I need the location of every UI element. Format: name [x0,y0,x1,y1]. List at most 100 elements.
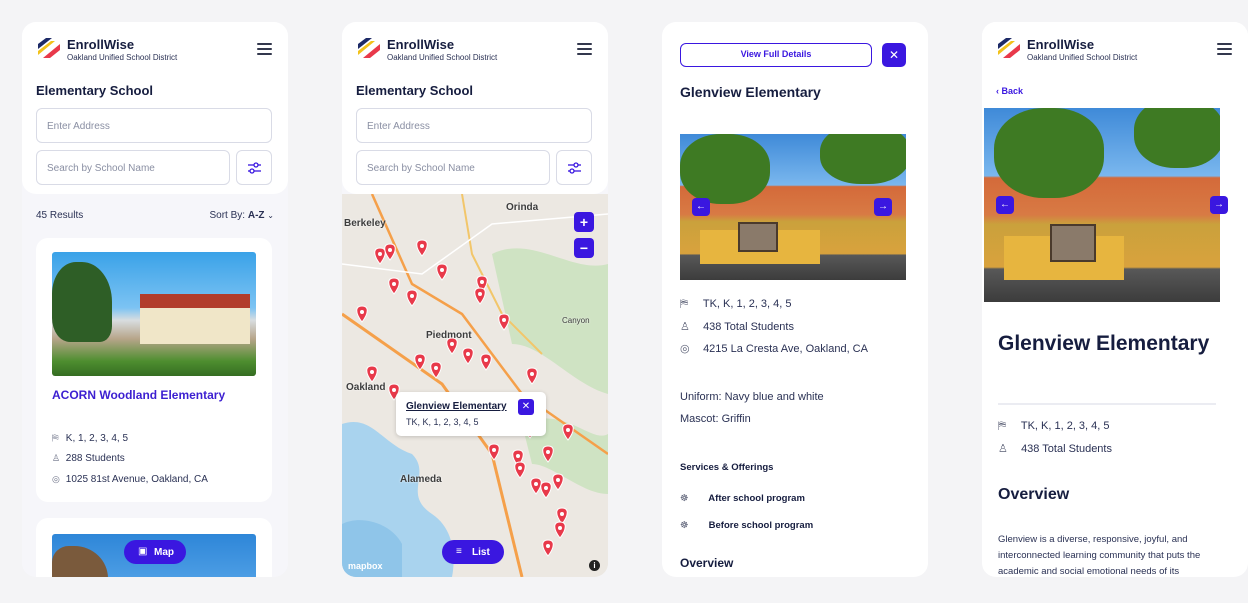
brand-name: EnrollWise [67,37,135,52]
students-row: ♙ 288 Students [52,453,125,464]
map-pin-icon[interactable] [366,365,378,383]
grades-text: TK, K, 1, 2, 3, 4, 5 [1020,420,1110,432]
map-pin-icon[interactable] [374,247,386,265]
map-pin-icon[interactable] [488,443,500,461]
map-pin-icon[interactable] [406,289,418,307]
grades-text: TK, K, 1, 2, 3, 4, 5 [702,298,792,310]
arrow-left-icon[interactable]: ← [996,196,1014,214]
map-pin-icon[interactable] [530,477,542,495]
map-pin-icon[interactable] [446,337,458,355]
arrow-right-icon[interactable]: → [1210,196,1228,214]
info-icon[interactable]: i [589,560,600,571]
map-icon: ▣ [138,546,148,557]
address-input[interactable]: Enter Address [356,108,592,143]
school-name-input[interactable]: Search by School Name [356,150,550,185]
address-row: ◎ 4215 La Cresta Ave, Oakland, CA [680,342,868,355]
map-pin-icon[interactable] [480,353,492,371]
map-screen: EnrollWise Oakland Unified School Distri… [342,22,608,577]
map-pin-icon[interactable] [414,353,426,371]
school-card[interactable]: ACORN Woodland Elementary ⛿ K, 1, 2, 3, … [36,238,272,502]
service-icon: ☸ [680,493,689,504]
map-pin-icon[interactable] [542,445,554,463]
district-name: Oakland Unified School District [1027,53,1138,62]
map-pin-icon[interactable] [356,305,368,323]
map-pin-icon[interactable] [542,539,554,557]
map-button-label: Map [154,547,174,558]
map-canvas[interactable]: Berkeley Orinda Piedmont Oakland Alameda… [342,194,608,577]
map-pin-icon[interactable] [554,521,566,539]
overview-title: Overview [998,486,1070,503]
students-text: 438 Total Students [703,321,794,333]
app-header: EnrollWise Oakland Unified School Distri… [22,22,288,74]
filter-icon [568,162,581,174]
map-pin-icon[interactable] [462,347,474,365]
sort-dropdown[interactable]: Sort By: A-Z ⌄ [209,210,274,221]
filter-button[interactable] [556,150,592,185]
app-header: EnrollWise Oakland Unified School Distri… [342,22,608,74]
detail-screen: View Full Details ✕ Glenview Elementary … [662,22,928,577]
brand-name: EnrollWise [387,37,455,52]
map-pin-icon[interactable] [384,243,396,261]
back-link[interactable]: ‹ Back [996,86,1023,96]
close-button[interactable]: ✕ [882,43,906,67]
map-pin-icon[interactable] [552,473,564,491]
map-pin-icon[interactable] [430,361,442,379]
popup-grades: TK, K, 1, 2, 3, 4, 5 [406,417,479,427]
mascot-text: Mascot: Griffin [680,413,751,425]
students-row: ♙ 438 Total Students [680,320,794,333]
district-name: Oakland Unified School District [387,53,498,62]
map-pin-icon[interactable] [416,239,428,257]
map-pin-icon[interactable] [498,313,510,331]
close-icon[interactable]: ✕ [518,399,534,415]
sort-label: Sort By: [209,210,246,221]
map-pin-icon[interactable] [474,287,486,305]
results-count: 45 Results [36,210,84,221]
view-full-details-button[interactable]: View Full Details [680,43,872,67]
service-label: After school program [708,493,805,504]
school-title: Glenview Elementary [998,332,1210,355]
grade-icon: ⛿ [52,433,59,443]
map-pin-icon[interactable] [540,481,552,499]
hamburger-icon[interactable] [257,43,272,55]
search-panel: Elementary School Enter Address Search b… [342,74,608,194]
service-label: Before school program [708,520,814,531]
map-pin-icon[interactable] [514,461,526,479]
map-pin-icon[interactable] [562,423,574,441]
map-pin-icon[interactable] [556,507,568,525]
arrow-left-icon[interactable]: ← [692,198,710,216]
zoom-in-button[interactable]: + [574,212,594,232]
student-icon: ♙ [680,321,690,333]
district-name: Oakland Unified School District [67,53,178,62]
hamburger-icon[interactable] [1217,43,1232,55]
list-button[interactable]: ≡ List [442,540,504,564]
address-input[interactable]: Enter Address [36,108,272,143]
search-panel: Elementary School Enter Address Search b… [22,74,288,194]
logo-icon [358,38,380,58]
student-icon: ♙ [52,453,61,463]
school-name-input[interactable]: Search by School Name [36,150,230,185]
students-row: ♙ 438 Total Students [998,442,1112,455]
map-button[interactable]: ▣ Map [124,540,186,564]
overview-text: Glenview is a diverse, responsive, joyfu… [998,534,1201,577]
service-icon: ☸ [680,520,689,531]
filter-button[interactable] [236,150,272,185]
school-title: Glenview Elementary [680,84,821,100]
address-text: 1025 81st Avenue, Oakland, CA [65,474,208,485]
arrow-right-icon[interactable]: → [874,198,892,216]
grades-row: ⛿ TK, K, 1, 2, 3, 4, 5 [998,420,1110,433]
map-pin-icon[interactable] [436,263,448,281]
school-name-link[interactable]: ACORN Woodland Elementary [52,388,252,402]
full-details-screen: EnrollWise Oakland Unified School Distri… [982,22,1248,577]
address-row: ◎ 1025 81st Avenue, Oakland, CA [52,474,208,485]
grades-text: K, 1, 2, 3, 4, 5 [65,433,129,444]
uniform-text: Uniform: Navy blue and white [680,391,824,403]
filter-icon [248,162,261,174]
map-pin-icon[interactable] [526,367,538,385]
logo-icon [998,38,1020,58]
popup-school-link[interactable]: Glenview Elementary [406,401,507,412]
hamburger-icon[interactable] [577,43,592,55]
students-text: 438 Total Students [1021,443,1112,455]
zoom-out-button[interactable]: − [574,238,594,258]
map-pin-icon[interactable] [388,277,400,295]
students-text: 288 Students [65,453,125,464]
